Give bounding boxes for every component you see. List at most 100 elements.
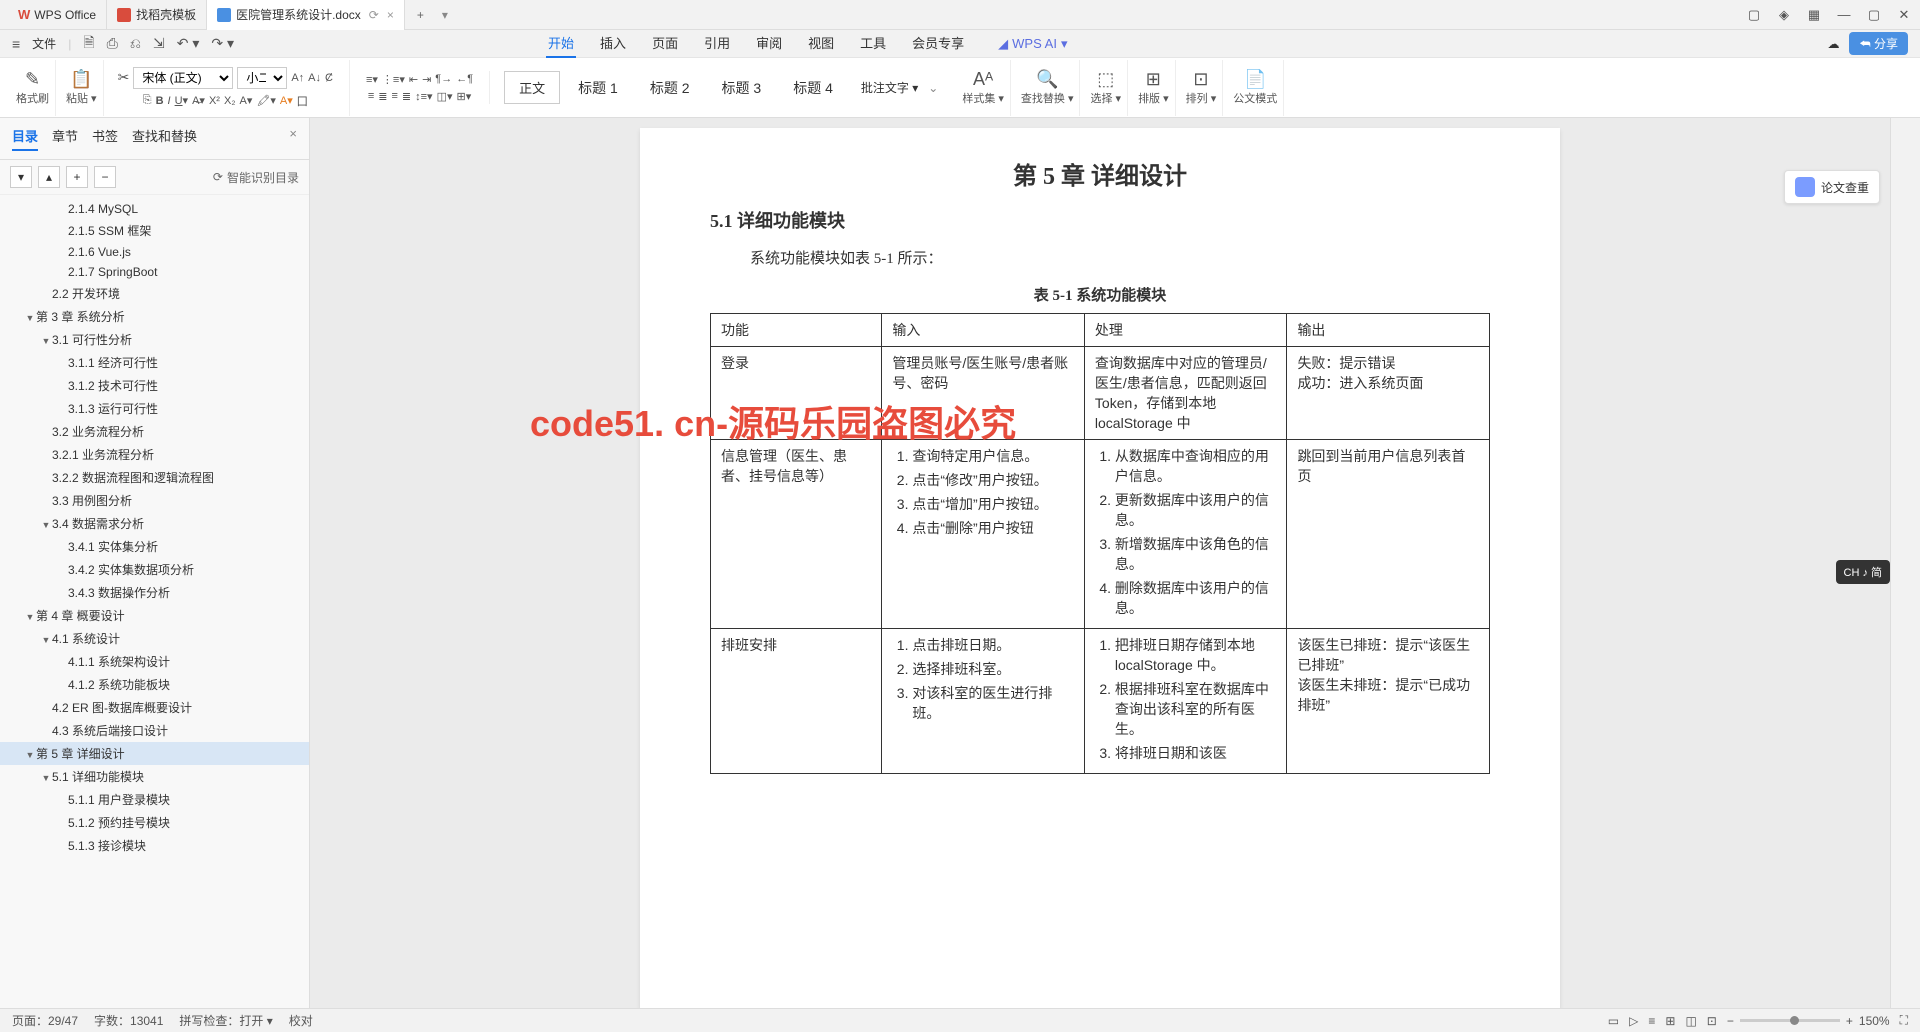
toc-item[interactable]: 3.4.3 数据操作分析 <box>0 581 309 604</box>
document-area[interactable]: 第 5 章 详细设计 5.1 详细功能模块 系统功能模块如表 5-1 所示： 表… <box>310 118 1890 1008</box>
menu-reference[interactable]: 引用 <box>702 29 732 58</box>
comment-text[interactable]: 批注文字 ▾ <box>861 79 918 96</box>
save-icon[interactable]: 🗎 <box>83 32 94 56</box>
minimize-button[interactable]: — <box>1836 7 1852 23</box>
view-mode-2[interactable]: ▷ <box>1629 1014 1638 1028</box>
toc-item[interactable]: ▼4.1 系统设计 <box>0 627 309 650</box>
redo-icon[interactable]: ↷ ▾ <box>211 35 234 52</box>
layout-icon[interactable]: ⊞ <box>1146 69 1161 90</box>
bullets-button[interactable]: ≡▾ <box>366 73 378 86</box>
smart-toc[interactable]: ⟳智能识别目录 <box>213 169 299 186</box>
align-center-button[interactable]: ≣ <box>378 90 387 103</box>
side-tool-up[interactable]: ▴ <box>38 166 60 188</box>
clear-format-icon[interactable]: Ȼ <box>325 72 333 84</box>
bold-button[interactable]: B <box>156 95 164 107</box>
align-justify-button[interactable]: ≣ <box>402 90 411 103</box>
toc-item[interactable]: 4.1.2 系统功能板块 <box>0 673 309 696</box>
subscript-button[interactable]: X₂ <box>224 95 236 107</box>
view-mode-3[interactable]: ≡ <box>1648 1014 1655 1028</box>
toc-item[interactable]: 3.2.2 数据流程图和逻辑流程图 <box>0 466 309 489</box>
strike-button[interactable]: A̶▾ <box>192 94 205 107</box>
decrease-indent-button[interactable]: ⇤ <box>409 73 418 86</box>
line-spacing-button[interactable]: ↕≡▾ <box>415 90 432 103</box>
page-indicator[interactable]: 页面：29/47 <box>12 1012 78 1029</box>
font-color-button[interactable]: A▾ <box>240 94 253 107</box>
spell-check-status[interactable]: 拼写检查：打开 ▾ <box>179 1012 272 1029</box>
side-tab-bookmark[interactable]: 书签 <box>92 126 118 151</box>
side-tab-toc[interactable]: 目录 <box>12 126 38 151</box>
select-icon[interactable]: ⬚ <box>1097 69 1114 90</box>
menu-view[interactable]: 视图 <box>806 29 836 58</box>
cut-icon[interactable]: ✂ <box>118 69 130 86</box>
zoom-in[interactable]: + <box>1846 1014 1853 1028</box>
increase-indent-button[interactable]: ⇥ <box>422 73 431 86</box>
side-tool-remove[interactable]: − <box>94 166 116 188</box>
toc-item[interactable]: ▼3.4 数据需求分析 <box>0 512 309 535</box>
toc-item[interactable]: 3.1.3 运行可行性 <box>0 397 309 420</box>
zoom-level[interactable]: 150% <box>1859 1014 1890 1028</box>
style-set-icon[interactable]: Aᴬ <box>973 69 993 90</box>
char-border-button[interactable]: 囗 <box>297 93 308 109</box>
file-menu[interactable]: 文件 <box>32 35 56 52</box>
tab-refresh[interactable]: ⟳ <box>369 8 379 22</box>
tab-template[interactable]: 找稻壳模板 <box>107 0 207 30</box>
proofread[interactable]: 校对 <box>289 1012 313 1029</box>
format-painter-icon[interactable]: ✎ <box>25 69 40 90</box>
maximize-button[interactable]: ▢ <box>1866 7 1882 23</box>
font-size-select[interactable]: 小二 <box>237 67 287 89</box>
toc-item[interactable]: 5.1.3 接诊模块 <box>0 834 309 857</box>
zoom-out[interactable]: − <box>1727 1014 1734 1028</box>
style-h3[interactable]: 标题 3 <box>708 72 776 104</box>
copy-icon[interactable]: ⎘ <box>143 94 152 107</box>
toc-item[interactable]: 4.3 系统后端接口设计 <box>0 719 309 742</box>
shading-button[interactable]: A▾ <box>280 94 293 107</box>
menu-vip[interactable]: 会员专享 <box>910 29 966 58</box>
print-icon[interactable]: ⎙ <box>107 35 118 52</box>
toc-item[interactable]: 3.3 用例图分析 <box>0 489 309 512</box>
toc-item[interactable]: ▼第 4 章 概要设计 <box>0 604 309 627</box>
tab-close[interactable]: × <box>387 8 394 22</box>
tabs-dropdown[interactable]: ▾ <box>442 8 448 22</box>
grow-font-icon[interactable]: A↑ <box>291 72 304 84</box>
undo-icon[interactable]: ↶ ▾ <box>177 35 200 52</box>
numbering-button[interactable]: ⋮≡▾ <box>382 73 405 86</box>
font-name-select[interactable]: 宋体 (正文) <box>133 67 233 89</box>
toc-item[interactable]: ▼第 5 章 详细设计 <box>0 742 309 765</box>
view-mode-6[interactable]: ⊡ <box>1707 1014 1717 1028</box>
style-h1[interactable]: 标题 1 <box>564 72 632 104</box>
align-right-button[interactable]: ≡ <box>391 90 397 102</box>
side-tool-add[interactable]: + <box>66 166 88 188</box>
toc-item[interactable]: ▼5.1 详细功能模块 <box>0 765 309 788</box>
toc-item[interactable]: 4.2 ER 图-数据库概要设计 <box>0 696 309 719</box>
style-h4[interactable]: 标题 4 <box>779 72 847 104</box>
styles-dropdown-icon[interactable]: ⌄ <box>928 81 938 95</box>
export-icon[interactable]: ⇲ <box>153 35 165 52</box>
style-body[interactable]: 正文 <box>504 71 560 104</box>
toc-item[interactable]: ▼第 3 章 系统分析 <box>0 305 309 328</box>
toc-item[interactable]: 5.1.1 用户登录模块 <box>0 788 309 811</box>
superscript-button[interactable]: X² <box>209 95 220 107</box>
rtl-button[interactable]: ←¶ <box>456 73 473 85</box>
toc-item[interactable]: 2.1.4 MySQL <box>0 199 309 219</box>
share-button[interactable]: ⮪ 分享 <box>1849 32 1908 55</box>
cube-icon[interactable]: ◈ <box>1776 7 1792 23</box>
cloud-icon[interactable]: ☁ <box>1827 37 1839 51</box>
close-button[interactable]: ✕ <box>1896 7 1912 23</box>
doc-mode-icon[interactable]: 📄 <box>1244 69 1266 90</box>
toc-item[interactable]: 3.2.1 业务流程分析 <box>0 443 309 466</box>
toc-item[interactable]: 5.1.2 预约挂号模块 <box>0 811 309 834</box>
find-icon[interactable]: 🔍 <box>1036 69 1058 90</box>
toc-item[interactable]: 2.2 开发环境 <box>0 282 309 305</box>
menu-start[interactable]: 开始 <box>546 29 576 58</box>
side-tab-chapter[interactable]: 章节 <box>52 126 78 151</box>
app-tab[interactable]: WWPS Office <box>8 0 107 30</box>
toc-item[interactable]: 3.1.2 技术可行性 <box>0 374 309 397</box>
plagiarism-check-button[interactable]: 论文查重 <box>1784 170 1880 204</box>
toc-item[interactable]: 2.1.6 Vue.js <box>0 242 309 262</box>
view-mode-4[interactable]: ⊞ <box>1665 1014 1675 1028</box>
tab-document[interactable]: 医院管理系统设计.docx⟳× <box>207 0 405 30</box>
highlight-button[interactable]: 🖍▾ <box>256 94 276 107</box>
toc-item[interactable]: 3.4.2 实体集数据项分析 <box>0 558 309 581</box>
print-preview-icon[interactable]: ⎌ <box>130 35 141 52</box>
paste-icon[interactable]: 📋 <box>70 69 92 90</box>
